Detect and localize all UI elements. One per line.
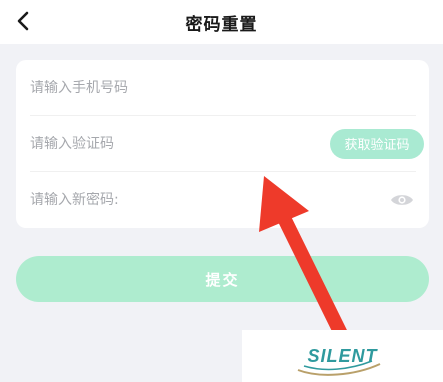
verification-code-input[interactable] — [30, 135, 330, 152]
chevron-left-icon — [17, 11, 29, 31]
back-button[interactable] — [6, 4, 40, 38]
get-code-button[interactable]: 获取验证码 — [330, 128, 424, 159]
reset-form-card: 获取验证码 — [16, 60, 429, 228]
eye-icon — [391, 195, 413, 205]
code-row: 获取验证码 — [30, 116, 424, 172]
password-row — [30, 172, 416, 228]
new-password-input[interactable] — [30, 192, 388, 208]
toggle-password-visibility[interactable] — [388, 189, 416, 211]
submit-button[interactable]: 提交 — [16, 256, 429, 302]
top-bar: 密码重置 — [0, 0, 443, 44]
phone-input[interactable] — [30, 79, 416, 96]
phone-row — [30, 60, 416, 116]
page-title: 密码重置 — [185, 14, 258, 35]
password-reset-screen: 密码重置 获取验证码 提交 SILENT — [0, 0, 443, 382]
watermark-swoosh-icon — [297, 360, 381, 376]
